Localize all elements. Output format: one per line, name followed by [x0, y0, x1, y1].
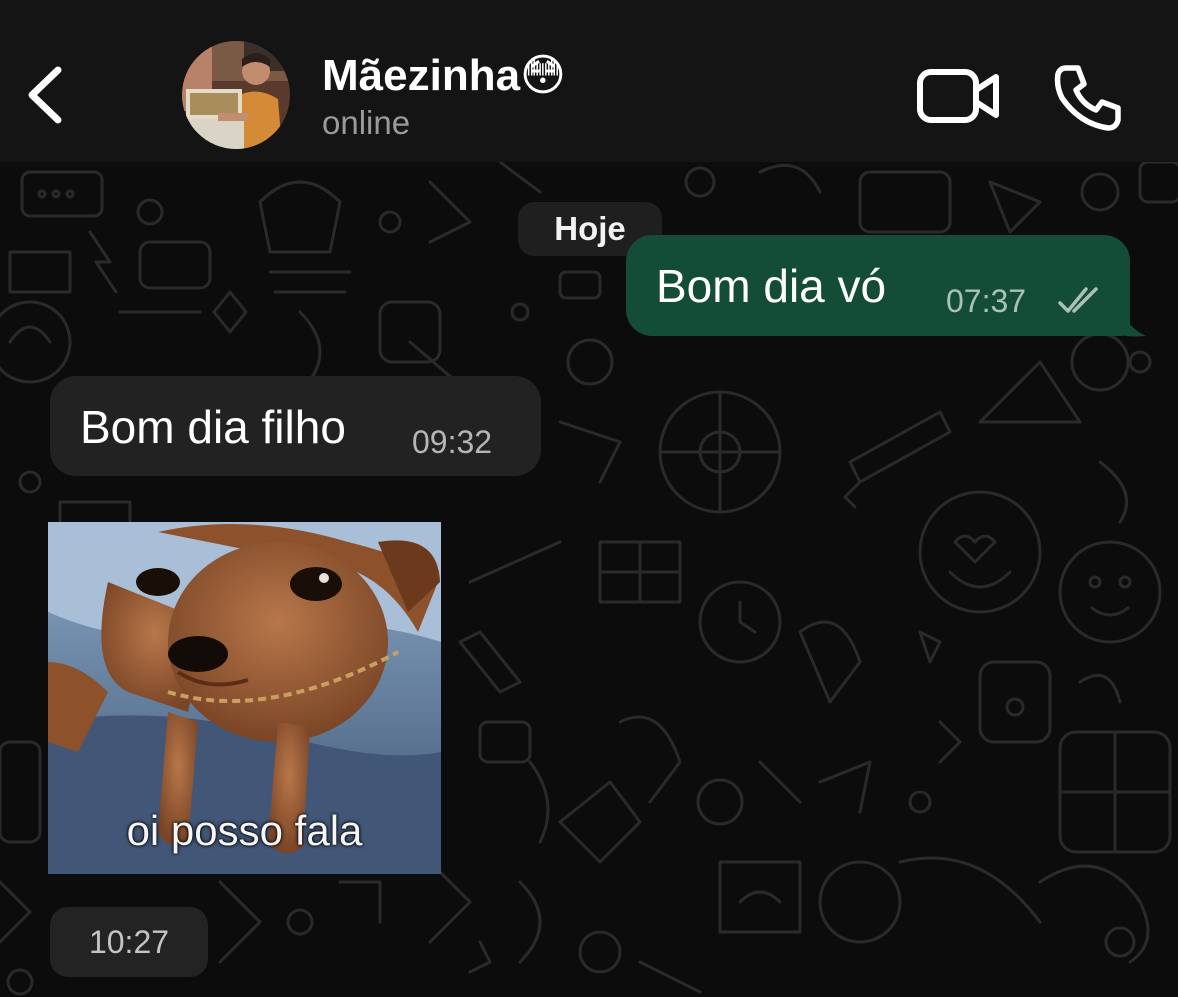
video-camera-icon	[917, 69, 999, 123]
double-check-icon	[1058, 287, 1098, 313]
phone-icon	[1054, 65, 1121, 131]
outgoing-message-bubble[interactable]: Bom dia vó 07:37	[626, 235, 1130, 336]
contact-status: online	[322, 104, 411, 141]
contact-avatar[interactable]	[182, 41, 290, 149]
chat-screen: Mãezinha😳 online Hoje Bom dia vó 07:37 B…	[0, 0, 1178, 997]
message-text: Bom dia filho	[80, 401, 346, 453]
message-time: 07:37	[946, 283, 1027, 319]
avatar-photo	[182, 41, 290, 149]
sticker-time: 10:27	[50, 907, 208, 977]
chat-area[interactable]: Hoje Bom dia vó 07:37 Bom dia filho 09:3…	[0, 162, 1178, 997]
video-call-button[interactable]	[916, 66, 1002, 128]
chevron-left-icon	[28, 66, 62, 124]
chat-header: Mãezinha😳 online	[0, 0, 1178, 162]
voice-call-button[interactable]	[1052, 62, 1124, 134]
message-text: Bom dia vó	[656, 260, 887, 312]
sticker-message[interactable]: oi posso fala	[48, 522, 441, 874]
contact-name[interactable]: Mãezinha😳	[322, 50, 566, 101]
message-time: 09:32	[412, 424, 493, 460]
incoming-message-bubble[interactable]: Bom dia filho 09:32	[50, 376, 541, 476]
sticker-caption: oi posso fala	[126, 807, 363, 854]
back-button[interactable]	[20, 58, 76, 132]
